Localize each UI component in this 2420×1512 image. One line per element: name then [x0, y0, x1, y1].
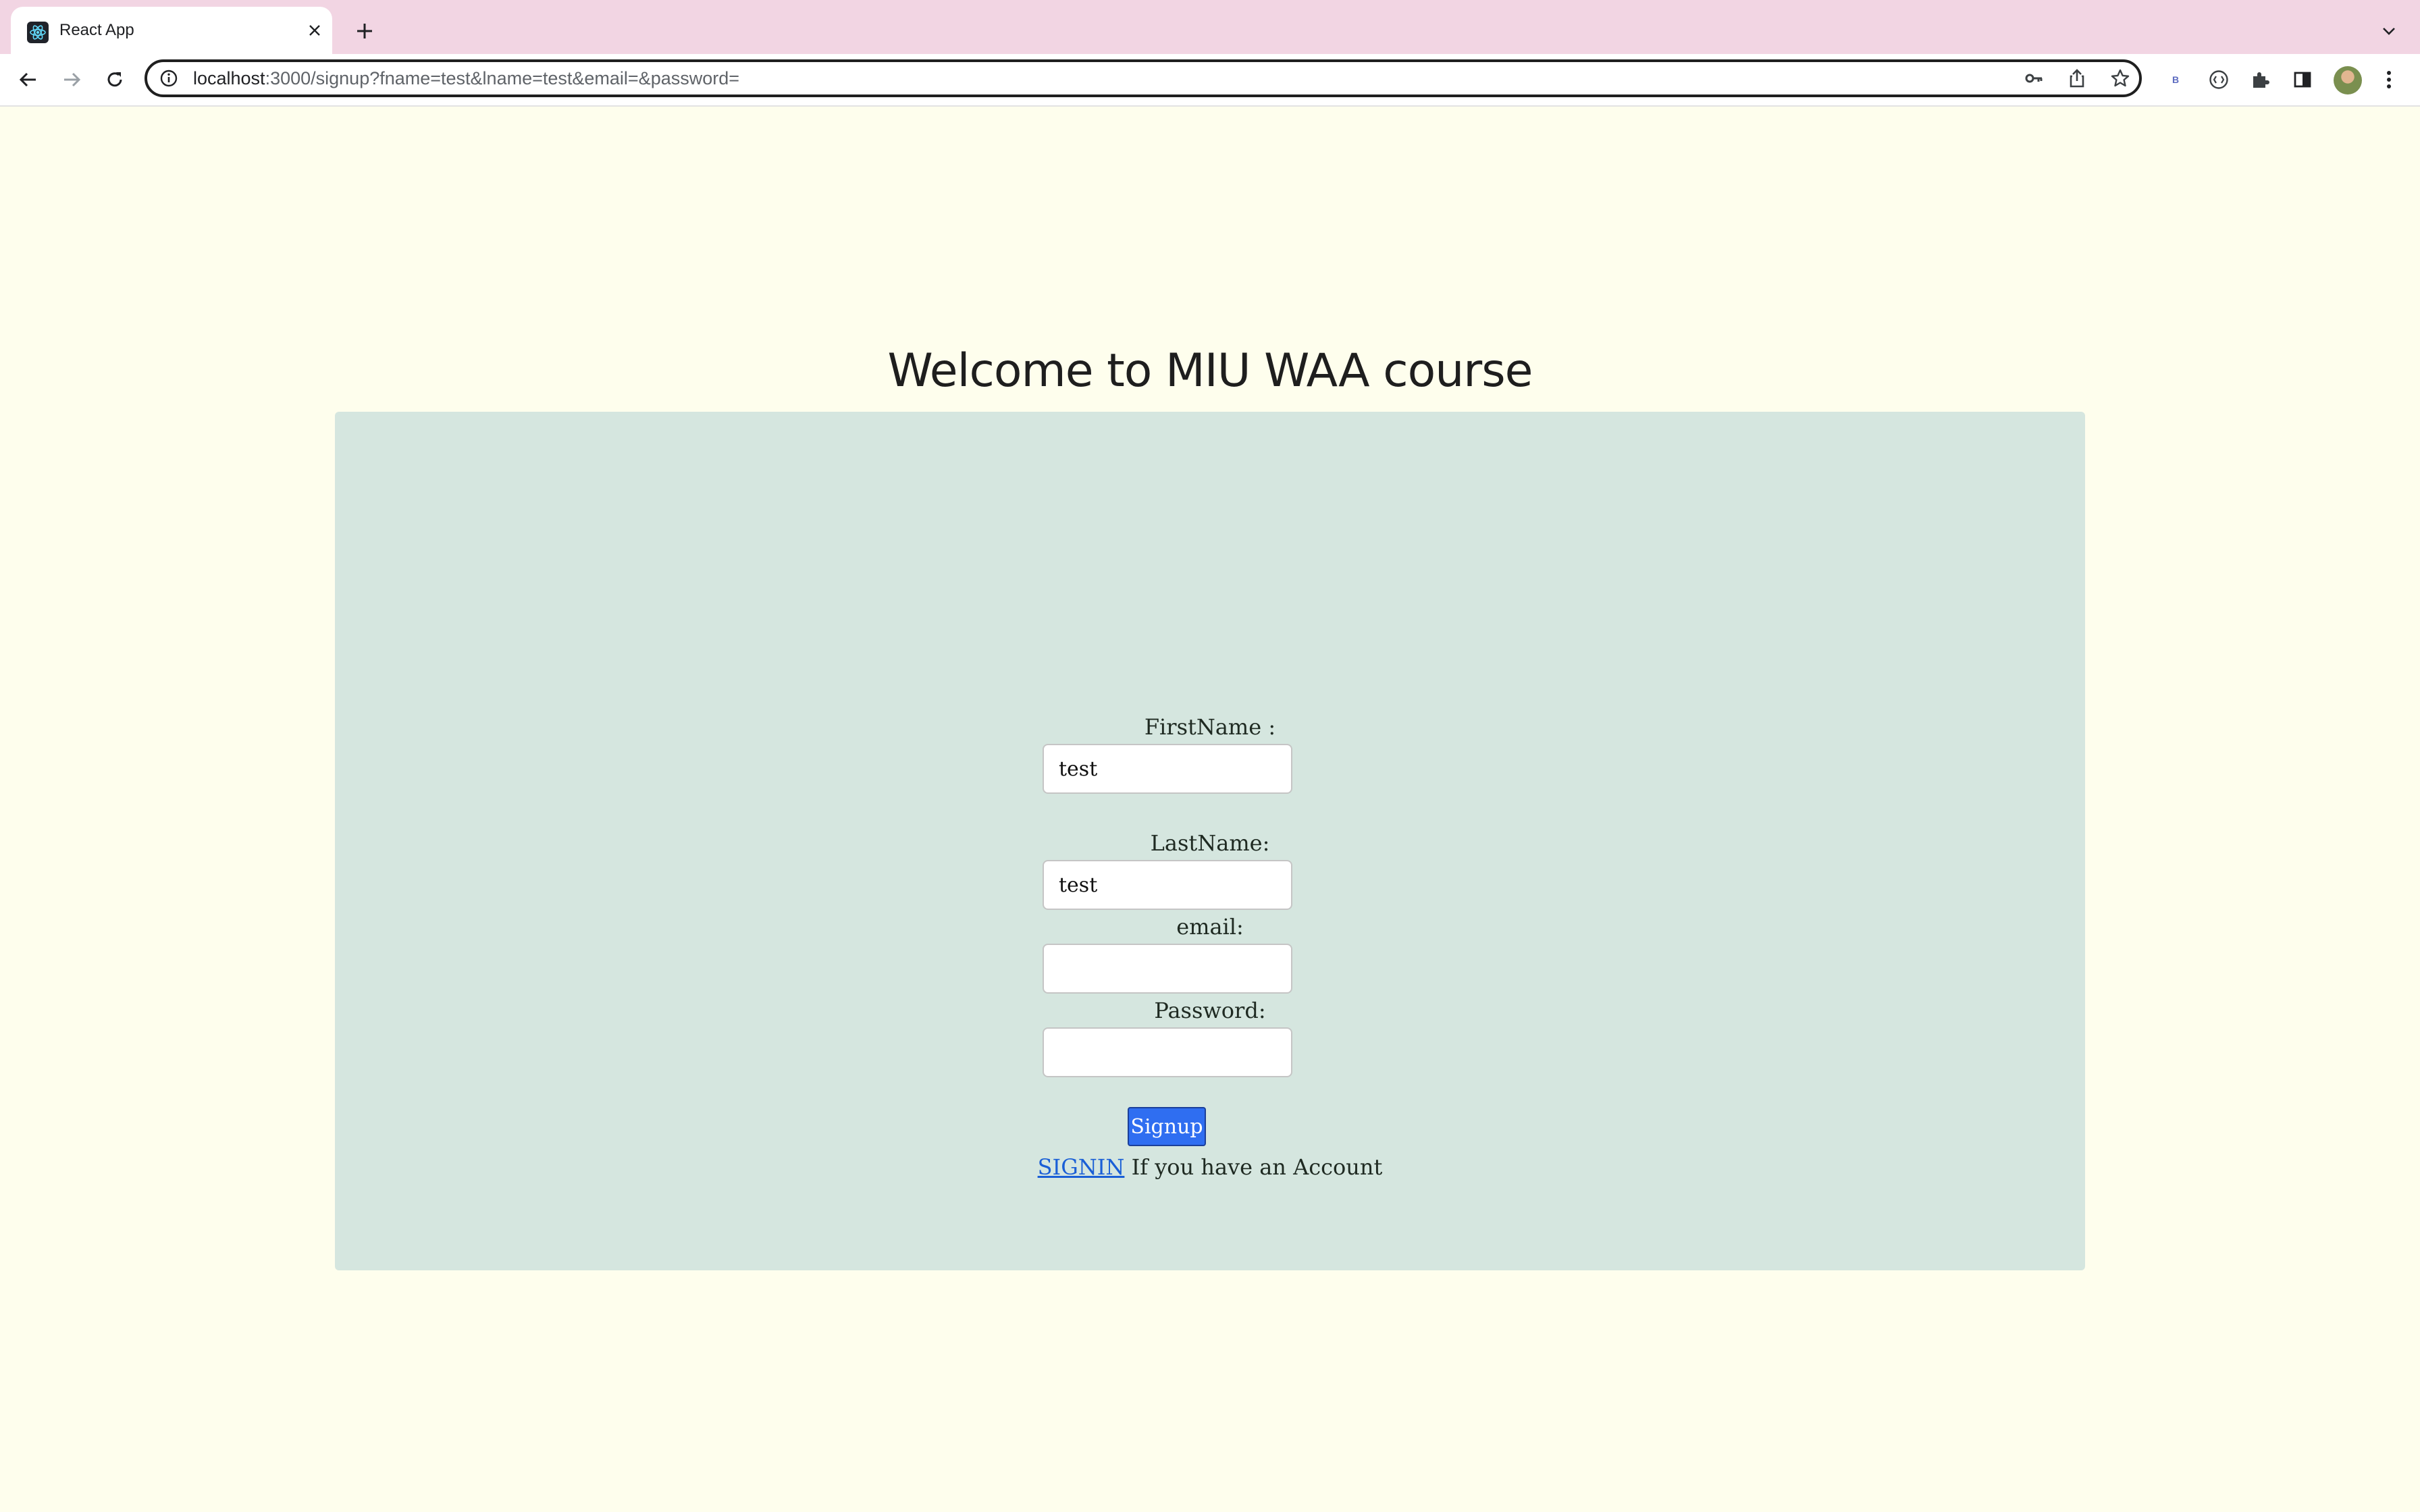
browser-tab-active[interactable]: React App	[11, 7, 332, 54]
password-input[interactable]	[1043, 1027, 1292, 1077]
info-icon[interactable]	[159, 69, 178, 88]
new-tab-icon[interactable]	[351, 18, 378, 45]
address-bar[interactable]: localhost:3000/signup?fname=test&lname=t…	[144, 59, 2142, 97]
reload-icon[interactable]	[99, 66, 131, 93]
firstname-input[interactable]	[1043, 744, 1292, 794]
browser-toolbar: localhost:3000/signup?fname=test&lname=t…	[0, 54, 2420, 107]
arrow-right-icon[interactable]	[55, 66, 88, 93]
email-input[interactable]	[1043, 944, 1292, 994]
lastname-label: LastName:	[1150, 830, 1270, 856]
url-text[interactable]: localhost:3000/signup?fname=test&lname=t…	[193, 62, 739, 94]
page-title: Welcome to MIU WAA course	[887, 344, 1533, 398]
url-host: localhost	[193, 68, 265, 88]
extension-b-icon[interactable]: B	[2162, 66, 2189, 93]
signup-panel: FirstName : LastName: email: Password: S…	[335, 412, 2085, 1270]
page-viewport: Welcome to MIU WAA course FirstName : La…	[0, 107, 2420, 1512]
svg-text:B: B	[2172, 74, 2179, 85]
kebab-menu-icon[interactable]	[2375, 66, 2402, 93]
email-label: email:	[1176, 914, 1244, 940]
extension-circle-icon[interactable]	[2205, 66, 2232, 93]
signup-button[interactable]: Signup	[1128, 1107, 1206, 1146]
close-tab-icon[interactable]	[302, 18, 327, 43]
tab-strip: React App	[0, 0, 2420, 54]
arrow-left-icon[interactable]	[12, 66, 45, 93]
share-icon[interactable]	[2066, 68, 2088, 89]
profile-avatar[interactable]	[2334, 66, 2362, 94]
key-icon[interactable]	[2023, 68, 2045, 89]
signin-row: SIGNIN If you have an Account	[335, 1154, 2085, 1180]
firstname-label: FirstName :	[1144, 714, 1276, 740]
signin-hint: If you have an Account	[1131, 1154, 1383, 1180]
signin-link[interactable]: SIGNIN	[1038, 1154, 1125, 1180]
chevron-down-icon[interactable]	[2375, 18, 2402, 45]
side-panel-icon[interactable]	[2289, 66, 2316, 93]
tab-title: React App	[59, 21, 134, 39]
react-logo-icon	[27, 22, 49, 43]
puzzle-icon[interactable]	[2247, 66, 2274, 93]
url-path: :3000/signup?fname=test&lname=test&email…	[265, 68, 740, 88]
star-icon[interactable]	[2109, 68, 2131, 89]
lastname-input[interactable]	[1043, 860, 1292, 910]
password-label: Password:	[1154, 998, 1266, 1023]
